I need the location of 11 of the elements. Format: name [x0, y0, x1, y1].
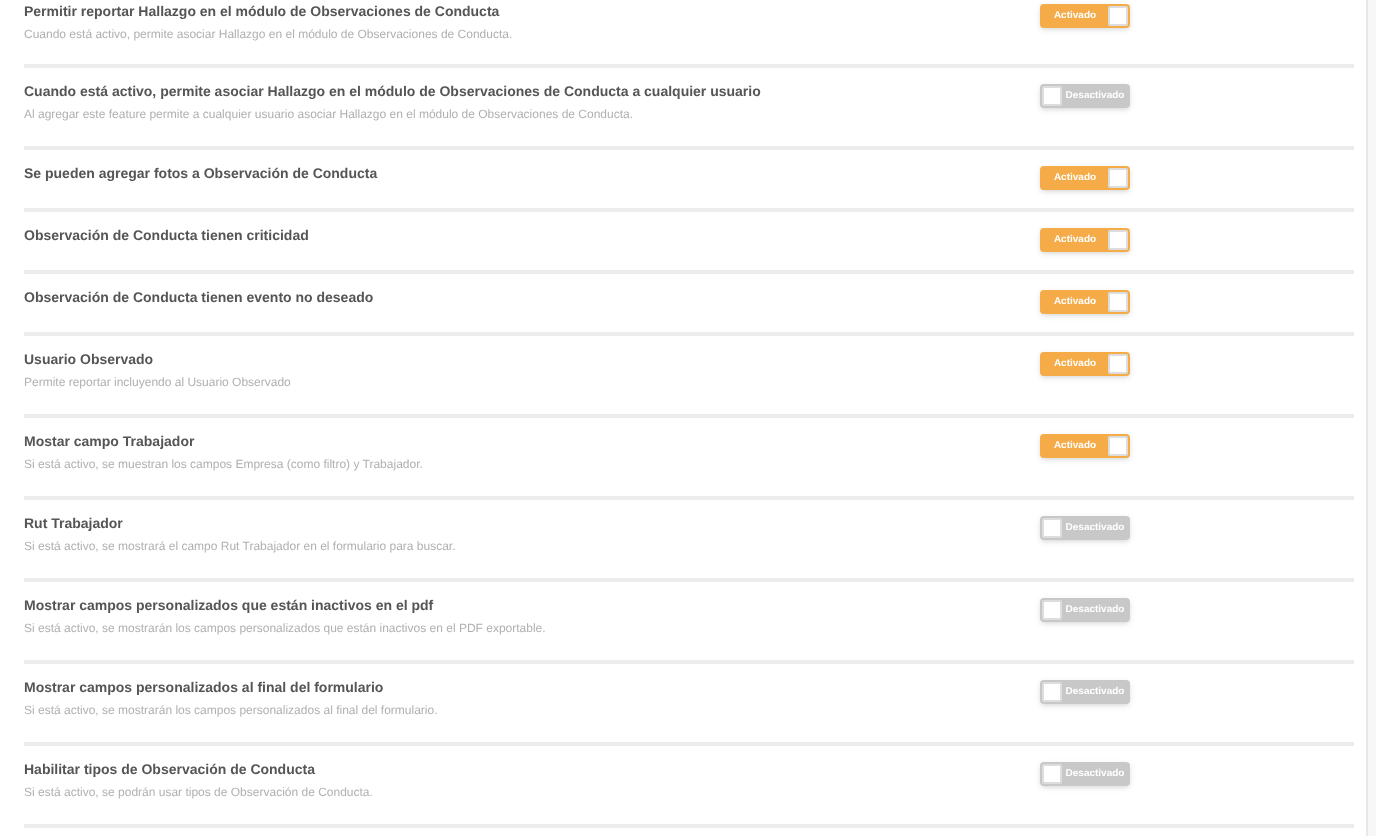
toggle-knob — [1042, 86, 1062, 106]
toggle-knob — [1042, 518, 1062, 538]
toggle-knob — [1108, 436, 1128, 456]
toggle-knob — [1108, 6, 1128, 26]
toggle-knob — [1042, 764, 1062, 784]
toggle-knob — [1108, 292, 1128, 312]
toggle-knob — [1042, 600, 1062, 620]
toggle-knob — [1042, 682, 1062, 702]
toggle-knob — [1108, 230, 1128, 250]
toggle-knob — [1108, 168, 1128, 188]
toggle-knob — [1108, 354, 1128, 374]
